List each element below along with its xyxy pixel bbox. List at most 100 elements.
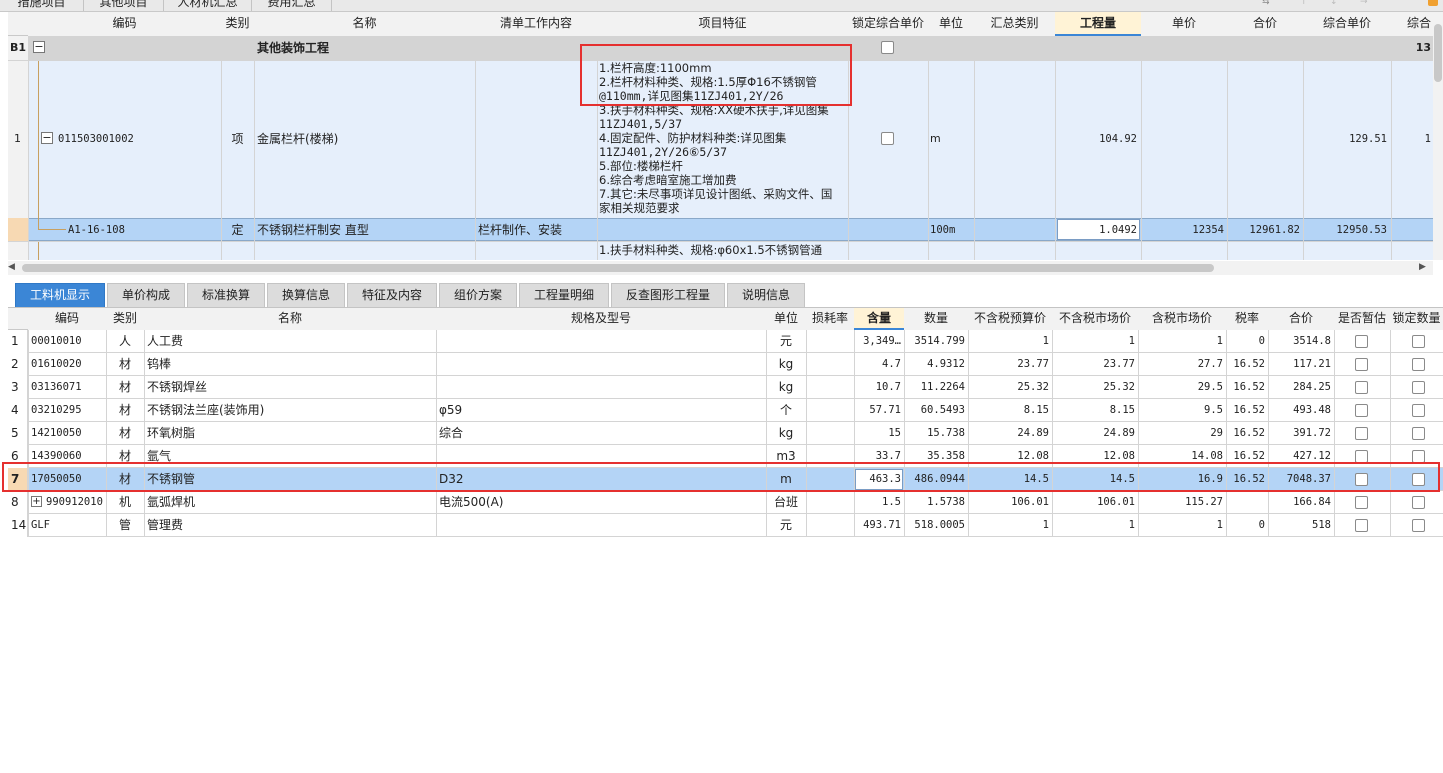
col-header-quantity[interactable]: 工程量 [1055,12,1141,36]
lock-quantity-checkbox[interactable] [1412,404,1425,417]
toolbar-up-icon[interactable]: ↑ [1300,0,1308,7]
lcol-header-total[interactable]: 合价 [1268,308,1334,330]
lcol-header-code[interactable]: 编码 [28,308,106,330]
top-tab-fee-summary[interactable]: 费用汇总 [252,0,332,11]
cell-total: 391.72 [1293,427,1331,439]
col-header-code[interactable]: 编码 [28,12,221,36]
toolbar-down-icon[interactable]: ↓ [1330,0,1338,7]
upper-vertical-scroll-thumb[interactable] [1434,24,1442,82]
provisional-checkbox[interactable] [1355,496,1368,509]
lcol-header-pre-tax-budget[interactable]: 不含税预算价 [968,308,1052,330]
lcol-header-spec[interactable]: 规格及型号 [436,308,766,330]
sub-quantity[interactable]: 1.0492 [1058,222,1137,238]
col-header-type[interactable]: 类别 [221,12,254,36]
cell-quantity[interactable]: 60.5493 [904,402,968,418]
lcol-header-content[interactable]: 含量 [854,308,904,330]
grid-line [436,330,437,537]
col-header-name[interactable]: 名称 [254,12,475,36]
upper-vertical-scrollbar[interactable] [1433,12,1443,260]
lcol-header-pre-tax-market[interactable]: 不含税市场价 [1052,308,1138,330]
cell-content[interactable]: 493.71 [854,517,904,533]
item-lock-checkbox[interactable] [881,132,894,145]
lcol-header-provisional[interactable]: 是否暂估 [1334,308,1390,330]
cell-spec[interactable]: 综合 [436,425,766,441]
cell-total: 166.84 [1293,496,1331,508]
cell-quantity[interactable]: 518.0005 [904,517,968,533]
col-header-work-content[interactable]: 清单工作内容 [475,12,597,36]
lcol-header-qty[interactable]: 数量 [904,308,968,330]
tab-notes[interactable]: 说明信息 [727,283,805,307]
expand-icon[interactable]: + [31,496,42,507]
upper-horizontal-scroll-thumb[interactable] [22,264,1214,272]
tab-reverse-lookup[interactable]: 反查图形工程量 [611,283,725,307]
col-header-composite-price[interactable]: 综合单价 [1303,12,1391,36]
col-header-unit-price[interactable]: 单价 [1141,12,1227,36]
lcol-header-tax-market[interactable]: 含税市场价 [1138,308,1226,330]
tab-conversion-info[interactable]: 换算信息 [267,283,345,307]
item-quantity[interactable]: 104.92 [1057,131,1137,147]
feature-line: 11ZJ401,2Y/26⑥5/37 [599,145,728,159]
top-tab-resource-summary[interactable]: 人材机汇总 [164,0,252,11]
cell-quantity[interactable]: 15.738 [904,425,968,441]
scroll-left-icon[interactable]: ◀ [8,262,15,272]
provisional-checkbox[interactable] [1355,358,1368,371]
scroll-right-icon[interactable]: ▶ [1419,262,1426,272]
toolbar-settings-icon[interactable] [1428,0,1438,6]
lock-quantity-checkbox[interactable] [1412,496,1425,509]
lock-quantity-checkbox[interactable] [1412,335,1425,348]
cell-content[interactable]: 15 [854,425,904,441]
sub-type: 定 [231,223,244,237]
cell-content[interactable]: 1.5 [854,494,904,510]
section-lock-checkbox[interactable] [881,41,894,54]
tab-features-content[interactable]: 特征及内容 [347,283,437,307]
top-tab-measures[interactable]: 措施项目 [0,0,84,11]
provisional-checkbox[interactable] [1355,427,1368,440]
cell-quantity[interactable]: 3514.799 [904,333,968,349]
lcol-header-lock-qty[interactable]: 锁定数量 [1390,308,1443,330]
lcol-header-loss[interactable]: 损耗率 [806,308,854,330]
cell-spec[interactable]: φ59 [436,402,766,418]
cell-spec[interactable]: 电流500(A) [436,494,766,510]
col-header-composite-partial[interactable]: 综合 [1391,12,1433,36]
lcol-header-tax-rate[interactable]: 税率 [1226,308,1268,330]
provisional-checkbox[interactable] [1355,404,1368,417]
col-header-summary-type[interactable]: 汇总类别 [974,12,1055,36]
cell-content[interactable]: 4.7 [854,356,904,372]
toolbar-right-icon[interactable]: → [1360,0,1368,7]
cell-quantity[interactable]: 1.5738 [904,494,968,510]
cell-quantity[interactable]: 4.9312 [904,356,968,372]
sub-tree-branch [38,229,66,230]
cell-content[interactable]: 57.71 [854,402,904,418]
grid-line [1390,330,1391,537]
provisional-checkbox[interactable] [1355,381,1368,394]
tab-pricing-scheme[interactable]: 组价方案 [439,283,517,307]
tab-standard-conversion[interactable]: 标准换算 [187,283,265,307]
lcol-header-name[interactable]: 名称 [144,308,436,330]
item-collapse-icon[interactable]: − [41,132,53,144]
lock-quantity-checkbox[interactable] [1412,381,1425,394]
col-header-features[interactable]: 项目特征 [597,12,848,36]
lcol-header-type[interactable]: 类别 [106,308,144,330]
tab-unit-price-composition[interactable]: 单价构成 [107,283,185,307]
tab-labor-material-machine[interactable]: 工料机显示 [15,283,105,307]
tab-quantity-detail[interactable]: 工程量明细 [519,283,609,307]
lock-quantity-checkbox[interactable] [1412,519,1425,532]
col-header-unit[interactable]: 单位 [928,12,974,36]
col-header-total[interactable]: 合价 [1227,12,1303,36]
col-header-lock-price[interactable]: 锁定综合单价 [848,12,928,36]
item-type: 项 [231,132,244,146]
lcol-header-unit[interactable]: 单位 [766,308,806,330]
provisional-checkbox[interactable] [1355,335,1368,348]
section-collapse-icon[interactable]: − [33,41,45,53]
sub-unit: 100m [930,224,956,236]
lock-quantity-checkbox[interactable] [1412,358,1425,371]
top-tab-other[interactable]: 其他项目 [84,0,164,11]
cell-content[interactable]: 3,349… [854,333,904,349]
cell-tax-rate: 16.52 [1233,404,1265,416]
cell-quantity[interactable]: 11.2264 [904,379,968,395]
cell-content[interactable]: 10.7 [854,379,904,395]
upper-horizontal-scrollbar[interactable]: ◀ ▶ [8,261,1433,275]
provisional-checkbox[interactable] [1355,519,1368,532]
toolbar-arrow-icon[interactable]: ⇆ [1262,0,1270,7]
lock-quantity-checkbox[interactable] [1412,427,1425,440]
